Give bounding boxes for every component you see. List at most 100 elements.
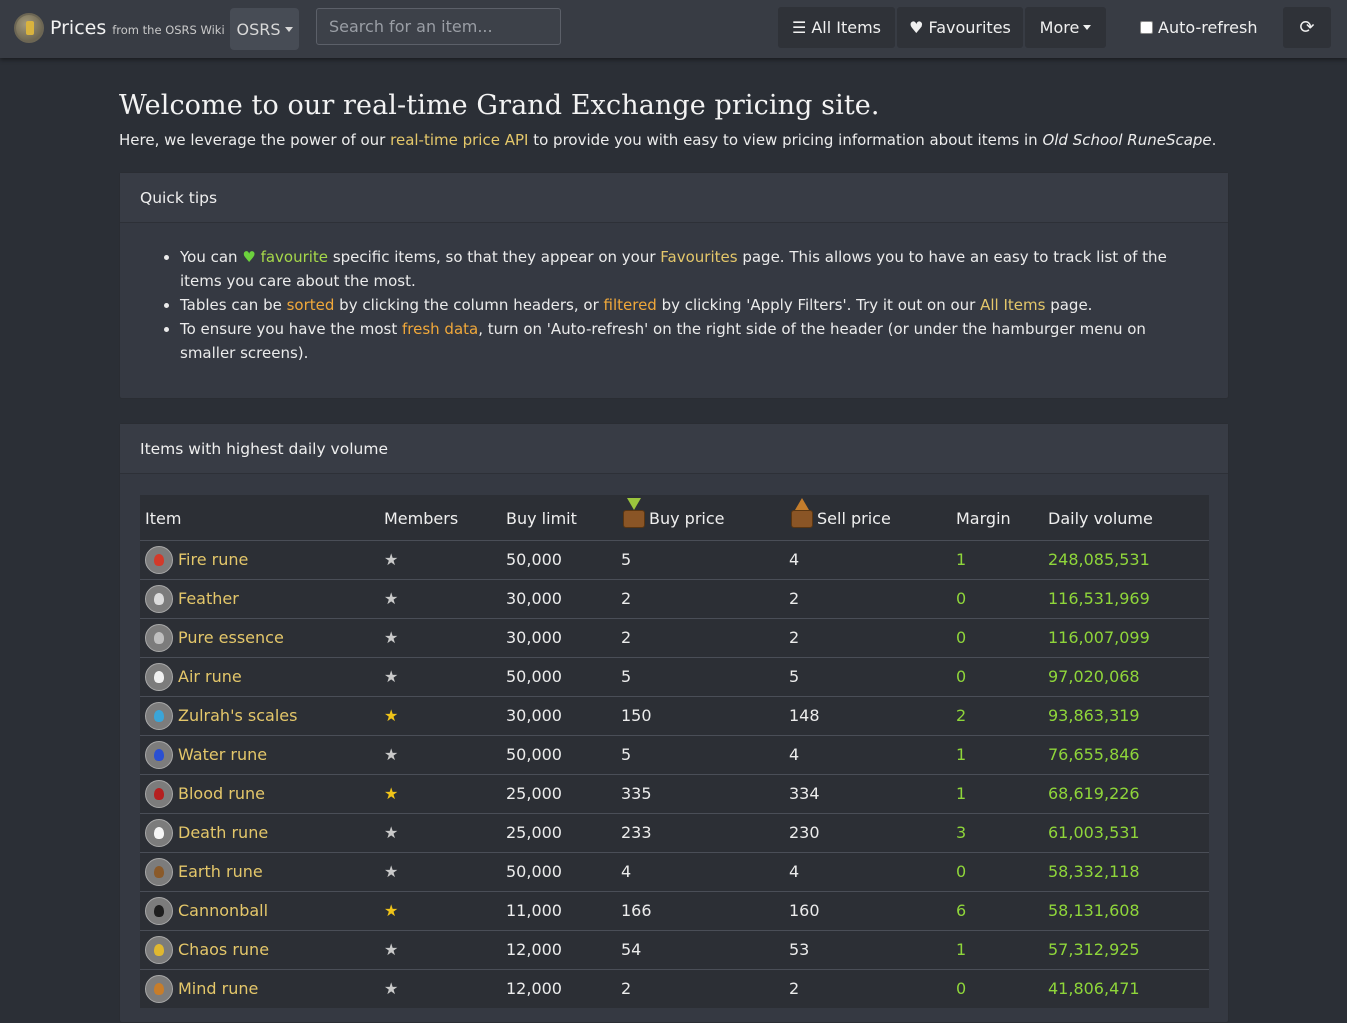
tip2-text-d: page.: [1045, 296, 1093, 314]
air-rune-icon: [145, 662, 173, 691]
members-star-icon: ★: [384, 706, 399, 725]
item-cell: Death rune: [140, 813, 379, 852]
game-select-dropdown[interactable]: OSRS: [230, 8, 299, 50]
table-row[interactable]: Fire rune ★ 50,000 5 4 1 248,085,531: [140, 540, 1209, 579]
members-cell: ★: [379, 696, 501, 735]
members-cell: ★: [379, 969, 501, 1008]
all-items-link[interactable]: All Items: [980, 296, 1045, 314]
sell-price-icon: [789, 497, 813, 528]
item-link[interactable]: Death rune: [178, 823, 268, 842]
refresh-button[interactable]: ⟳: [1283, 7, 1331, 48]
table-row[interactable]: Air rune ★ 50,000 5 5 0 97,020,068: [140, 657, 1209, 696]
item-link[interactable]: Zulrah's scales: [178, 706, 297, 725]
search-input[interactable]: [316, 8, 561, 45]
price-api-link[interactable]: real-time price API: [390, 131, 528, 149]
column-header-item[interactable]: Item: [140, 495, 379, 540]
column-header-members[interactable]: Members: [379, 495, 501, 540]
buy-limit-cell: 50,000: [506, 550, 562, 569]
table-row[interactable]: Death rune ★ 25,000 233 230 3 61,003,531: [140, 813, 1209, 852]
item-link[interactable]: Feather: [178, 589, 239, 608]
fresh-data-link[interactable]: fresh data: [402, 320, 478, 338]
heart-icon: ♥: [242, 248, 261, 266]
item-link[interactable]: Earth rune: [178, 862, 263, 881]
more-dropdown[interactable]: More: [1025, 7, 1106, 48]
feather-icon: [145, 584, 173, 613]
members-star-icon: ★: [384, 901, 399, 920]
column-header-daily-volume[interactable]: Daily volume: [1043, 495, 1209, 540]
favourites-page-link[interactable]: Favourites: [660, 248, 737, 266]
chaos-rune-icon: [145, 935, 173, 964]
column-header-buy-price[interactable]: Buy price: [616, 495, 784, 540]
table-row[interactable]: Zulrah's scales ★ 30,000 150 148 2 93,863,319: [140, 696, 1209, 735]
buy-limit-cell: 50,000: [506, 745, 562, 764]
free-star-icon: ★: [384, 628, 399, 647]
free-star-icon: ★: [384, 862, 399, 881]
buy-price-icon: [621, 497, 645, 528]
table-row[interactable]: Earth rune ★ 50,000 4 4 0 58,332,118: [140, 852, 1209, 891]
daily-volume-cell: 41,806,471: [1048, 979, 1140, 999]
table-header-row: Item Members Buy limit Buy price Sell pr…: [140, 495, 1209, 540]
margin-cell: 1: [956, 745, 967, 764]
all-items-button[interactable]: ☰ All Items: [778, 7, 895, 48]
table-row[interactable]: Pure essence ★ 30,000 2 2 0 116,007,099: [140, 618, 1209, 657]
item-link[interactable]: Chaos rune: [178, 940, 269, 959]
tip-sort-filter: Tables can be sorted by clicking the col…: [180, 293, 1190, 317]
daily-volume-rows: Fire rune ★ 50,000 5 4 1 248,085,531 Feather ★ 30…: [140, 540, 1209, 1008]
item-link[interactable]: Mind rune: [178, 979, 258, 998]
free-star-icon: ★: [384, 667, 399, 686]
item-link[interactable]: Blood rune: [178, 784, 265, 803]
free-star-icon: ★: [384, 940, 399, 959]
sell-price-cell: 148: [789, 706, 820, 725]
intro-end: .: [1211, 131, 1217, 149]
buy-price-cell: 2: [621, 628, 632, 647]
column-header-buy-limit[interactable]: Buy limit: [501, 495, 616, 540]
members-cell: ★: [379, 540, 501, 579]
zulrahs-scales-icon: [145, 701, 173, 730]
item-link[interactable]: Pure essence: [178, 628, 284, 647]
members-cell: ★: [379, 930, 501, 969]
water-rune-icon: [145, 740, 173, 769]
daily-volume-card: Items with highest daily volume Item Mem…: [119, 423, 1229, 1023]
item-link[interactable]: Water rune: [178, 745, 267, 764]
buy-limit-cell: 30,000: [506, 628, 562, 647]
item-cell: Water rune: [140, 735, 379, 774]
favourites-button[interactable]: ♥ Favourites: [897, 7, 1023, 48]
sorted-link[interactable]: sorted: [287, 296, 335, 314]
buy-limit-cell: 12,000: [506, 940, 562, 959]
daily-volume-cell: 58,131,608: [1048, 901, 1140, 920]
buy-price-cell: 166: [621, 901, 652, 920]
auto-refresh-checkbox[interactable]: [1140, 21, 1153, 34]
item-cell: Cannonball: [140, 891, 379, 930]
sell-price-cell: 230: [789, 823, 820, 842]
table-row[interactable]: Chaos rune ★ 12,000 54 53 1 57,312,925: [140, 930, 1209, 969]
buy-price-cell: 2: [621, 589, 632, 608]
column-header-margin[interactable]: Margin: [951, 495, 1043, 540]
filtered-link[interactable]: filtered: [604, 296, 657, 314]
buy-price-label: Buy price: [649, 508, 725, 528]
item-link[interactable]: Fire rune: [178, 550, 248, 569]
members-cell: ★: [379, 657, 501, 696]
table-row[interactable]: Mind rune ★ 12,000 2 2 0 41,806,471: [140, 969, 1209, 1008]
table-row[interactable]: Water rune ★ 50,000 5 4 1 76,655,846: [140, 735, 1209, 774]
navbar: Prices from the OSRS Wiki OSRS ☰ All Ite…: [0, 0, 1347, 58]
auto-refresh-toggle[interactable]: Auto-refresh: [1140, 18, 1257, 37]
daily-volume-cell: 248,085,531: [1048, 550, 1150, 569]
margin-cell: 1: [956, 940, 967, 959]
column-header-sell-price[interactable]: Sell price: [784, 495, 951, 540]
favourite-link[interactable]: favourite: [261, 248, 328, 266]
buy-price-cell: 233: [621, 823, 652, 842]
free-star-icon: ★: [384, 745, 399, 764]
table-row[interactable]: Cannonball ★ 11,000 166 160 6 58,131,608: [140, 891, 1209, 930]
item-link[interactable]: Air rune: [178, 667, 242, 686]
buy-price-cell: 5: [621, 550, 632, 569]
buy-price-cell: 335: [621, 784, 652, 803]
tip-favourite: You can ♥ favourite specific items, so t…: [180, 245, 1190, 293]
sell-price-cell: 5: [789, 667, 800, 686]
members-cell: ★: [379, 813, 501, 852]
brand[interactable]: Prices from the OSRS Wiki: [14, 13, 225, 43]
table-row[interactable]: Feather ★ 30,000 2 2 0 116,531,969: [140, 579, 1209, 618]
table-row[interactable]: Blood rune ★ 25,000 335 334 1 68,619,226: [140, 774, 1209, 813]
margin-cell: 2: [956, 706, 967, 725]
tip1-text-b: specific items, so that they appear on y…: [328, 248, 661, 266]
item-link[interactable]: Cannonball: [178, 901, 268, 920]
